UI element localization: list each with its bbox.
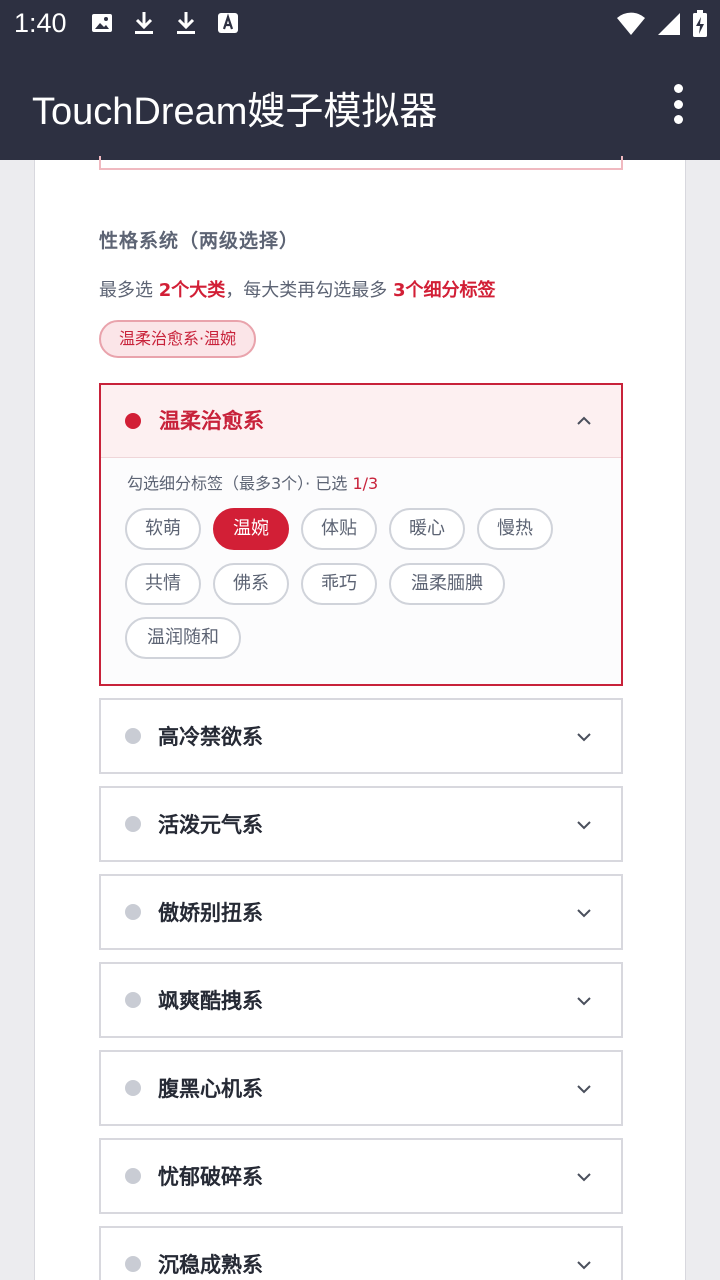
notification-icons — [90, 10, 240, 36]
chevron-down-icon — [577, 821, 591, 830]
group-dot — [125, 728, 141, 744]
group-collapsed[interactable]: 飒爽酷拽系 — [99, 962, 623, 1038]
group-collapsed[interactable]: 沉稳成熟系 — [99, 1226, 623, 1280]
group-name: 活泼元气系 — [158, 813, 263, 837]
group-dot — [125, 413, 141, 429]
subtag-hint: 勾选细分标签（最多3个）· 已选 1/3 — [127, 474, 379, 493]
subtag[interactable]: 慢热 — [477, 508, 553, 550]
subtag[interactable]: 温润随和 — [125, 617, 241, 659]
group-dot — [125, 1080, 141, 1096]
group-dot — [125, 904, 141, 920]
status-bar: 1:40 — [0, 0, 720, 48]
selected-chip[interactable]: 温柔治愈系·温婉 — [99, 320, 257, 358]
image-icon — [92, 14, 112, 32]
group-name: 沉稳成熟系 — [158, 1253, 263, 1277]
chevron-down-icon — [577, 1085, 591, 1094]
group-collapsed[interactable]: 腹黑心机系 — [99, 1050, 623, 1126]
status-time: 1:40 — [14, 8, 67, 38]
subtag[interactable]: 体贴 — [301, 508, 377, 550]
group-collapsed[interactable]: 傲娇别扭系 — [99, 874, 623, 950]
group-collapsed[interactable]: 高冷禁欲系 — [99, 698, 623, 774]
group-name: 腹黑心机系 — [158, 1077, 263, 1101]
group-dot — [125, 816, 141, 832]
group-dot — [125, 992, 141, 1008]
group-dot — [125, 1168, 141, 1184]
chevron-down-icon — [577, 997, 591, 1006]
group-gentle-healing: 温柔治愈系 勾选细分标签（最多3个）· 已选 1/3 软萌 温婉 体贴 暖心 慢… — [99, 383, 623, 686]
signal-icon — [658, 13, 680, 35]
group-name: 温柔治愈系 — [159, 409, 264, 433]
app-bar: TouchDream嫂子模拟器 — [0, 48, 720, 160]
group-name: 忧郁破碎系 — [158, 1165, 263, 1189]
group-dot — [125, 1256, 141, 1272]
chevron-down-icon — [577, 733, 591, 742]
group-header[interactable]: 温柔治愈系 — [101, 385, 621, 458]
subtag[interactable]: 软萌 — [125, 508, 201, 550]
chevron-up-icon — [577, 416, 591, 425]
subtag[interactable]: 暖心 — [389, 508, 465, 550]
chevron-down-icon — [577, 1173, 591, 1182]
subtag[interactable]: 佛系 — [213, 563, 289, 605]
subtag[interactable]: 乖巧 — [301, 563, 377, 605]
download-icon — [177, 12, 195, 34]
download-icon — [135, 12, 153, 34]
wifi-icon — [617, 12, 645, 35]
group-body: 勾选细分标签（最多3个）· 已选 1/3 软萌 温婉 体贴 暖心 慢热 共情 佛… — [101, 458, 621, 684]
chevron-down-icon — [577, 1261, 591, 1270]
selection-hint: 最多选 2个大类，每大类再勾选最多 3个细分标签 — [99, 280, 496, 301]
app-title: TouchDream嫂子模拟器 — [32, 91, 438, 133]
group-name: 飒爽酷拽系 — [158, 989, 263, 1013]
group-name: 高冷禁欲系 — [158, 725, 263, 749]
group-collapsed[interactable]: 忧郁破碎系 — [99, 1138, 623, 1214]
group-collapsed[interactable]: 活泼元气系 — [99, 786, 623, 862]
system-icons — [616, 10, 708, 38]
section-title: 性格系统（两级选择） — [99, 230, 300, 252]
group-name: 傲娇别扭系 — [158, 901, 263, 925]
battery-charging-icon — [693, 10, 707, 37]
previous-field-box — [99, 156, 623, 170]
font-icon — [218, 13, 238, 33]
subtag-selected[interactable]: 温婉 — [213, 508, 289, 550]
subtag[interactable]: 温柔腼腆 — [389, 563, 505, 605]
more-vert-icon[interactable] — [666, 84, 690, 124]
content-card: 性格系统（两级选择） 最多选 2个大类，每大类再勾选最多 3个细分标签 温柔治愈… — [34, 156, 686, 1280]
subtag[interactable]: 共情 — [125, 563, 201, 605]
chevron-down-icon — [577, 909, 591, 918]
